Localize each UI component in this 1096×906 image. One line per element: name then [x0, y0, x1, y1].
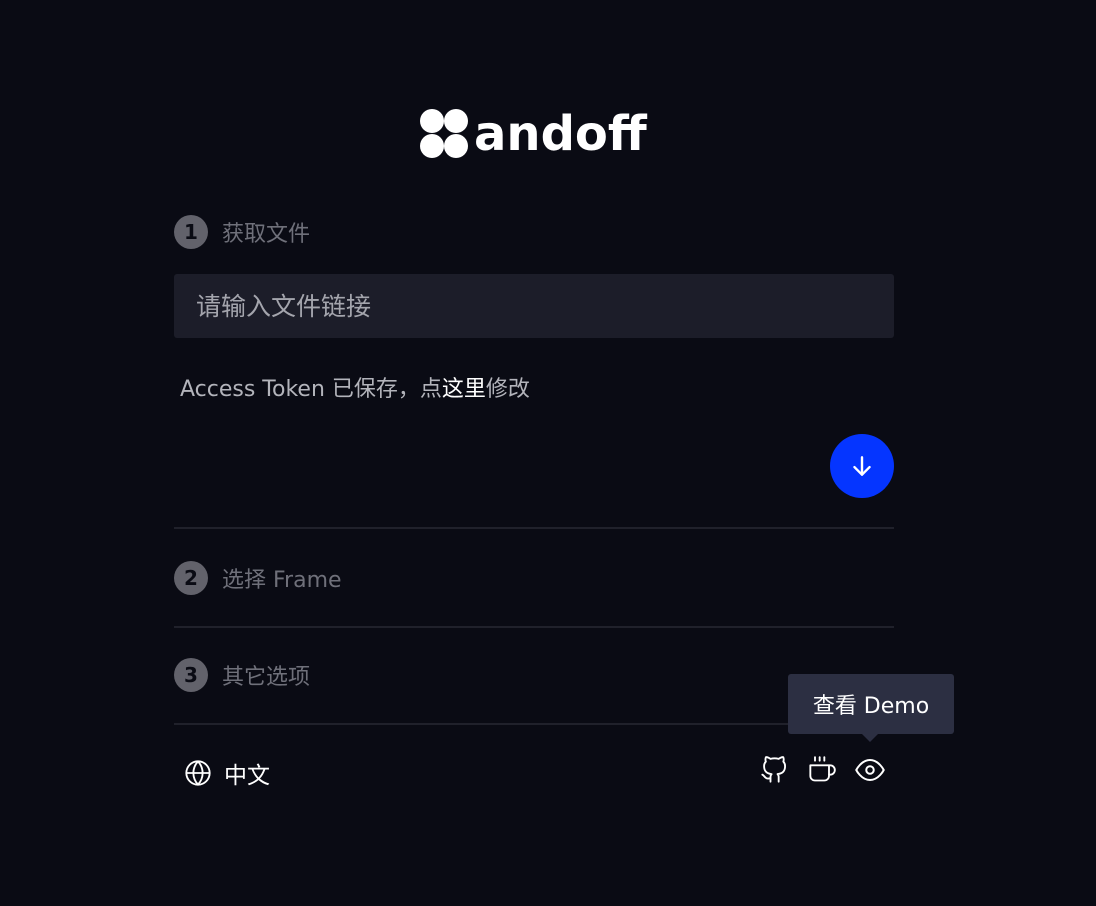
token-edit-link[interactable]: 这里: [442, 377, 486, 402]
github-link[interactable]: [758, 754, 790, 786]
eye-icon: [855, 759, 885, 781]
step-1-title: 获取文件: [222, 222, 311, 247]
divider: [174, 723, 894, 725]
divider: [174, 527, 894, 529]
language-switcher[interactable]: 中文: [184, 756, 270, 790]
coffee-icon: [809, 756, 836, 782]
logo-text: andoff: [474, 106, 647, 162]
step-3-number: 3: [174, 658, 208, 692]
file-url-input[interactable]: [174, 274, 894, 338]
demo-tooltip: 查看 Demo: [788, 674, 954, 734]
arrow-down-icon: [853, 456, 871, 476]
token-note-prefix: Access Token 已保存，点: [180, 377, 442, 402]
token-note-suffix: 修改: [485, 377, 530, 402]
logo: andoff: [420, 108, 647, 160]
view-demo-button[interactable]: [854, 754, 886, 786]
fetch-file-button[interactable]: [830, 434, 894, 498]
divider: [174, 626, 894, 628]
step-1-number: 1: [174, 215, 208, 249]
step-3-title: 其它选项: [222, 665, 311, 690]
page: andoff 1 获取文件 Access Token 已保存，点这里修改 2 选…: [0, 0, 1096, 906]
step-2-header[interactable]: 2 选择 Frame: [174, 560, 342, 596]
tooltip-arrow: [862, 734, 878, 742]
step-2-number: 2: [174, 561, 208, 595]
step-3-header[interactable]: 3 其它选项: [174, 657, 310, 693]
language-label: 中文: [224, 763, 270, 789]
step-1-header[interactable]: 1 获取文件: [174, 214, 310, 250]
coffee-link[interactable]: [806, 754, 838, 786]
logo-mark: [420, 109, 470, 159]
access-token-note: Access Token 已保存，点这里修改: [180, 371, 530, 403]
globe-icon: [185, 760, 211, 786]
github-icon: [761, 756, 787, 783]
step-2-title: 选择 Frame: [222, 568, 342, 593]
